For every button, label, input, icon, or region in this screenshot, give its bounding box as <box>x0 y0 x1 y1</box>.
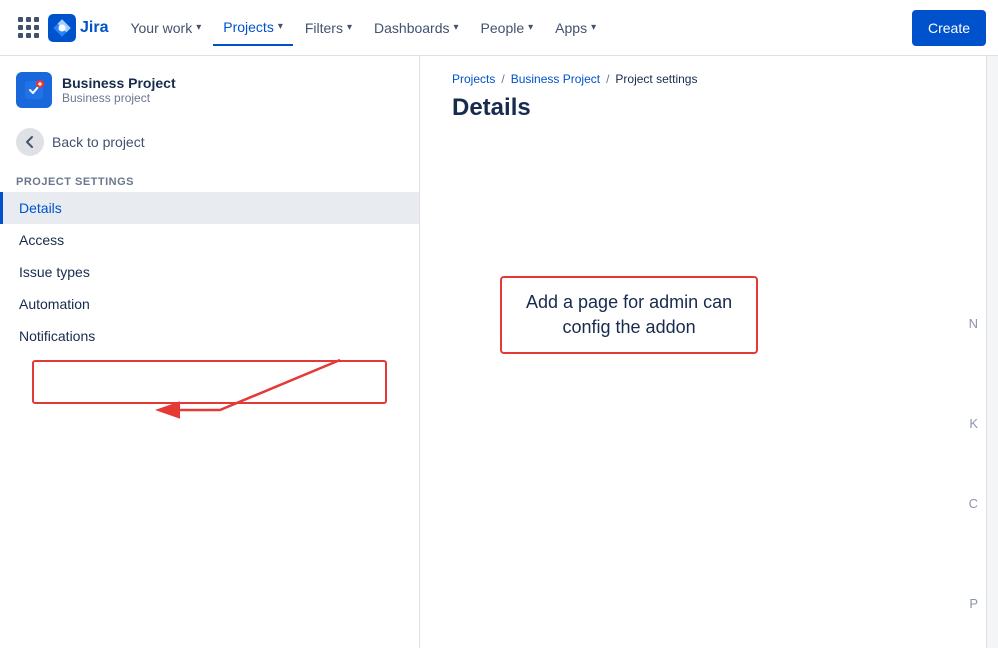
nav-dashboards[interactable]: Dashboards ▾ <box>364 10 469 46</box>
sidebar-item-notifications[interactable]: Notifications <box>0 320 419 352</box>
back-label: Back to project <box>52 134 145 150</box>
sidebar-item-automation[interactable]: Automation <box>0 288 419 320</box>
sidebar: Business Project Business project Back t… <box>0 56 420 648</box>
chevron-down-icon: ▾ <box>347 22 352 33</box>
breadcrumb-projects[interactable]: Projects <box>452 72 495 86</box>
breadcrumb-separator: / <box>501 72 504 86</box>
create-button[interactable]: Create <box>912 10 986 46</box>
nav-your-work[interactable]: Your work ▾ <box>120 10 211 46</box>
right-content-hint-4: P <box>969 596 978 611</box>
project-icon <box>16 72 52 108</box>
back-icon <box>16 128 44 156</box>
project-header: Business Project Business project <box>0 56 419 120</box>
chevron-down-icon: ▾ <box>454 22 459 33</box>
page-layout: Business Project Business project Back t… <box>0 56 998 648</box>
jira-logo[interactable]: Jira <box>48 14 108 42</box>
project-settings-label: Project settings <box>0 164 419 192</box>
chevron-down-icon: ▾ <box>278 21 283 32</box>
top-navigation: Jira Your work ▾ Projects ▾ Filters ▾ Da… <box>0 0 998 56</box>
addon-config-placeholder[interactable] <box>32 360 387 404</box>
breadcrumb: Projects / Business Project / Project se… <box>420 56 998 86</box>
annotation-container: Add a page for admin can config the addo… <box>500 276 758 354</box>
sidebar-item-access[interactable]: Access <box>0 224 419 256</box>
right-content-hint-1: N <box>969 316 978 331</box>
nav-apps[interactable]: Apps ▾ <box>545 10 606 46</box>
nav-filters[interactable]: Filters ▾ <box>295 10 362 46</box>
jira-logo-text: Jira <box>80 19 108 37</box>
nav-people[interactable]: People ▾ <box>471 10 544 46</box>
page-title: Details <box>420 86 998 146</box>
annotation-box: Add a page for admin can config the addo… <box>500 276 758 354</box>
back-to-project-button[interactable]: Back to project <box>0 120 419 164</box>
project-info: Business Project Business project <box>62 75 176 105</box>
nav-items: Your work ▾ Projects ▾ Filters ▾ Dashboa… <box>120 10 900 46</box>
right-content-hint-3: C <box>969 496 978 511</box>
chevron-down-icon: ▾ <box>196 22 201 33</box>
breadcrumb-current: Project settings <box>615 72 697 86</box>
scrollbar-track[interactable] <box>986 56 998 648</box>
grid-icon <box>18 17 39 38</box>
project-name: Business Project <box>62 75 176 91</box>
chevron-down-icon: ▾ <box>591 22 596 33</box>
chevron-down-icon: ▾ <box>528 22 533 33</box>
main-content: Projects / Business Project / Project se… <box>420 56 998 648</box>
right-content-hint-2: K <box>969 416 978 431</box>
sidebar-item-issue-types[interactable]: Issue types <box>0 256 419 288</box>
nav-projects[interactable]: Projects ▾ <box>213 10 293 46</box>
breadcrumb-business-project[interactable]: Business Project <box>511 72 600 86</box>
breadcrumb-separator: / <box>606 72 609 86</box>
project-type: Business project <box>62 91 176 105</box>
sidebar-item-details[interactable]: Details <box>0 192 419 224</box>
grid-menu-button[interactable] <box>12 12 44 44</box>
